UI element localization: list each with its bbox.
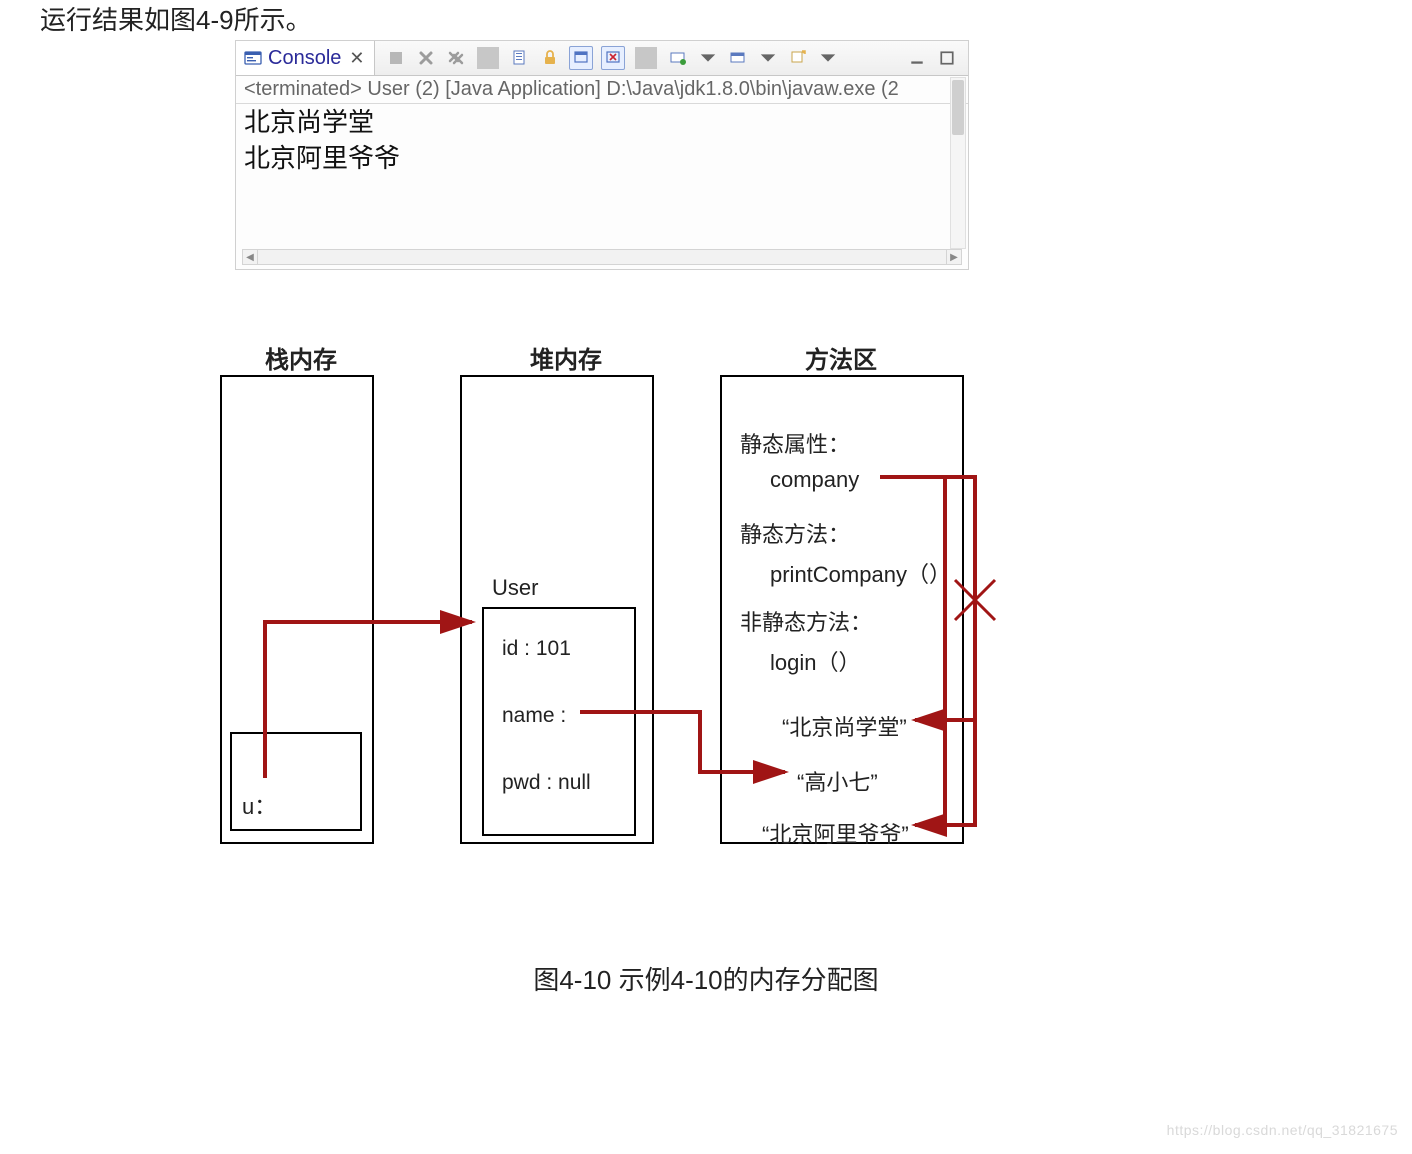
horizontal-scrollbar[interactable]: ◀ ▶ [242,249,962,265]
console-toolbar [375,46,839,70]
stack-var: u： [242,789,276,821]
toolbar-separator [477,47,499,69]
static-method-label: 静态方法： [740,517,850,549]
dropdown-icon-2[interactable] [757,47,779,69]
scroll-right-icon[interactable]: ▶ [946,250,961,264]
string-literal-2: “高小七” [797,765,878,797]
string-literal-3: “北京阿里爷爷” [762,817,909,849]
figure-caption: 图4-10 示例4-10的内存分配图 [0,960,1412,997]
console-tab[interactable]: Console ✕ [236,41,375,75]
clear-icon[interactable] [509,47,531,69]
terminated-line: <terminated> User (2) [Java Application]… [236,76,968,104]
console-icon [244,49,262,67]
scroll-left-icon[interactable]: ◀ [243,250,258,264]
minimize-icon[interactable] [906,47,928,69]
static-prop: company [770,467,859,493]
heap-label: 堆内存 [530,340,602,375]
nonstatic-method-label: 非静态方法： [740,605,872,637]
pin-console-icon[interactable] [569,46,593,70]
new-console-icon[interactable] [787,47,809,69]
tab-close-icon[interactable]: ✕ [349,48,364,69]
dropdown-icon[interactable] [697,47,719,69]
stack-frame: u： [230,732,362,831]
heap-pwd-field: pwd : null [502,771,591,795]
memory-diagram: 栈内存 堆内存 方法区 u： User id : 101 name : pwd … [180,310,1010,870]
remove-all-icon[interactable] [445,47,467,69]
console-output-line: 北京阿里爷爷 [244,140,960,176]
console-tab-label: Console [268,47,341,70]
method-area-label: 方法区 [805,340,877,375]
scroll-lock-icon[interactable] [539,47,561,69]
page-root: 运行结果如图4-9所示。 Console ✕ [0,0,1412,1154]
scrollbar-thumb[interactable] [952,80,964,135]
console-window-controls [906,47,968,69]
stack-label: 栈内存 [265,340,337,375]
intro-text: 运行结果如图4-9所示。 [40,0,312,37]
show-console-icon[interactable] [601,46,625,70]
stack-box: u： [220,375,374,844]
remove-launch-icon[interactable] [415,47,437,69]
display-selected-icon[interactable] [667,47,689,69]
stop-icon[interactable] [385,47,407,69]
static-method: printCompany（） [770,557,951,589]
open-console-icon[interactable] [727,47,749,69]
method-area-box: 静态属性： company 静态方法： printCompany（） 非静态方法… [720,375,964,844]
console-output: 北京尚学堂 北京阿里爷爷 [236,104,968,177]
console-output-line: 北京尚学堂 [244,104,960,140]
vertical-scrollbar[interactable] [950,77,966,249]
heap-class-name: User [492,575,538,601]
static-prop-label: 静态属性： [740,427,850,459]
heap-box: User id : 101 name : pwd : null [460,375,654,844]
dropdown-icon-3[interactable] [817,47,839,69]
string-literal-1: “北京尚学堂” [782,710,907,742]
watermark: https://blog.csdn.net/qq_31821675 [1167,1122,1398,1138]
console-panel: Console ✕ [235,40,969,270]
heap-object: id : 101 name : pwd : null [482,607,636,836]
nonstatic-method: login（） [770,645,860,677]
heap-name-field: name : [502,704,566,728]
toolbar-separator-2 [635,47,657,69]
console-tabbar: Console ✕ [236,41,968,76]
heap-id-field: id : 101 [502,637,571,661]
maximize-icon[interactable] [936,47,958,69]
